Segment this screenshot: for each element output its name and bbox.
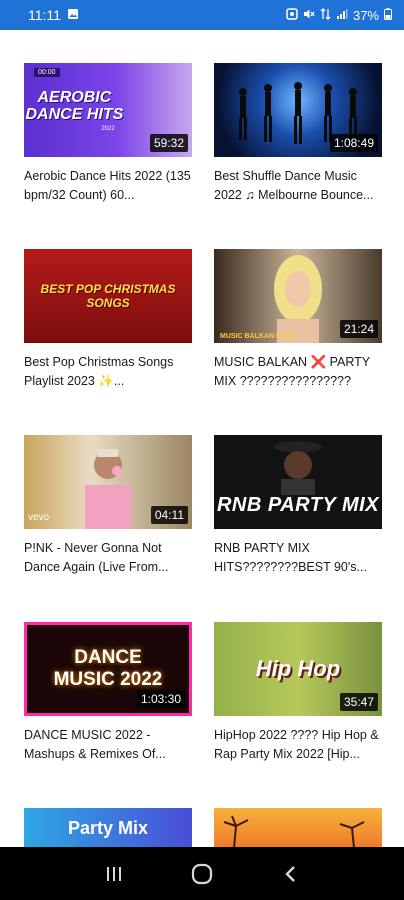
video-thumbnail[interactable]: 00:00 AEROBIC DANCE HITS 2022 59:32 <box>24 63 192 157</box>
video-card[interactable]: vevo 04:11 P!NK - Never Gonna Not Dance … <box>24 435 192 577</box>
video-thumbnail[interactable]: BEST POP CHRISTMAS SONGS <box>24 249 192 343</box>
alarm-icon <box>286 7 298 23</box>
video-duration: 21:24 <box>339 320 378 338</box>
data-icon <box>320 7 331 23</box>
artist-illustration <box>274 441 322 495</box>
thumb-text: DANCE MUSIC 2022 <box>53 647 163 690</box>
navigation-bar <box>0 847 404 900</box>
back-icon[interactable] <box>270 854 310 894</box>
video-grid: 00:00 AEROBIC DANCE HITS 2022 59:32 Aero… <box>0 30 404 847</box>
video-thumbnail[interactable]: DANCE MUSIC 2022 1:03:30 <box>24 622 192 716</box>
battery-percent: 37% <box>352 7 379 23</box>
video-title[interactable]: Aerobic Dance Hits 2022 (135 bpm/32 Coun… <box>24 167 192 205</box>
status-bar: 11:11 37% <box>0 0 404 30</box>
thumb-text: BEST POP CHRISTMAS SONGS <box>40 282 176 310</box>
video-duration: 04:11 <box>150 506 188 524</box>
video-thumbnail[interactable] <box>214 808 382 847</box>
home-icon[interactable] <box>182 854 222 894</box>
video-duration: 59:32 <box>149 134 188 152</box>
thumb-text: MUSIC BALKAN PARTY <box>220 333 300 340</box>
mute-icon <box>303 8 315 23</box>
singer-illustration <box>274 255 322 343</box>
thumb-badge: 00:00 <box>34 68 60 77</box>
palm-silhouette <box>223 815 365 847</box>
thumb-text: Party Mix <box>67 817 149 838</box>
video-thumbnail[interactable]: Party Mix <box>24 808 192 847</box>
recents-icon[interactable] <box>94 854 134 894</box>
video-card[interactable]: DANCE MUSIC 2022 1:03:30 DANCE MUSIC 202… <box>24 622 192 764</box>
video-card[interactable]: Party Mix <box>24 808 192 847</box>
video-thumbnail[interactable]: vevo 04:11 <box>24 435 192 529</box>
video-card[interactable]: RNB PARTY MIX RNB PARTY MIX HITS????????… <box>214 435 382 577</box>
video-title[interactable]: MUSIC BALKAN ❌ PARTY MIX ???????????????… <box>214 353 382 391</box>
video-thumbnail[interactable]: RNB PARTY MIX <box>214 435 382 529</box>
thumb-sub: 2022 <box>101 125 115 132</box>
video-card[interactable]: 1:08:49 Best Shuffle Dance Music 2022 ♫ … <box>214 63 382 205</box>
thumb-text: vevo <box>28 512 50 523</box>
battery-icon <box>384 7 392 23</box>
video-title[interactable]: Best Shuffle Dance Music 2022 ♫ Melbourn… <box>214 167 382 205</box>
video-thumbnail[interactable]: 1:08:49 <box>214 63 382 157</box>
image-icon <box>67 8 79 23</box>
video-card[interactable] <box>214 808 382 847</box>
video-duration: 1:08:49 <box>329 134 378 152</box>
thumb-text: RNB PARTY MIX <box>216 494 380 516</box>
thumb-text: Hip Hop <box>255 656 341 681</box>
singer-illustration <box>85 449 131 529</box>
video-title[interactable]: DANCE MUSIC 2022 - Mashups & Remixes Of.… <box>24 726 192 764</box>
video-card[interactable]: Hip Hop 35:47 HipHop 2022 ???? Hip Hop &… <box>214 622 382 764</box>
thumb-text: AEROBIC DANCE HITS <box>25 88 124 123</box>
video-card[interactable]: 00:00 AEROBIC DANCE HITS 2022 59:32 Aero… <box>24 63 192 205</box>
video-title[interactable]: Best Pop Christmas Songs Playlist 2023 ✨… <box>24 353 192 391</box>
video-thumbnail[interactable]: MUSIC BALKAN PARTY 21:24 <box>214 249 382 343</box>
video-title[interactable]: HipHop 2022 ???? Hip Hop & Rap Party Mix… <box>214 726 382 764</box>
status-time: 11:11 <box>28 7 61 23</box>
video-duration: 35:47 <box>339 693 378 711</box>
video-title[interactable]: RNB PARTY MIX HITS????????BEST 90's... <box>214 539 382 577</box>
signal-icon <box>336 8 348 23</box>
video-title[interactable]: P!NK - Never Gonna Not Dance Again (Live… <box>24 539 192 577</box>
video-card[interactable]: BEST POP CHRISTMAS SONGS Best Pop Christ… <box>24 249 192 391</box>
video-thumbnail[interactable]: Hip Hop 35:47 <box>214 622 382 716</box>
video-card[interactable]: MUSIC BALKAN PARTY 21:24 MUSIC BALKAN ❌ … <box>214 249 382 391</box>
video-duration: 1:03:30 <box>136 690 185 708</box>
